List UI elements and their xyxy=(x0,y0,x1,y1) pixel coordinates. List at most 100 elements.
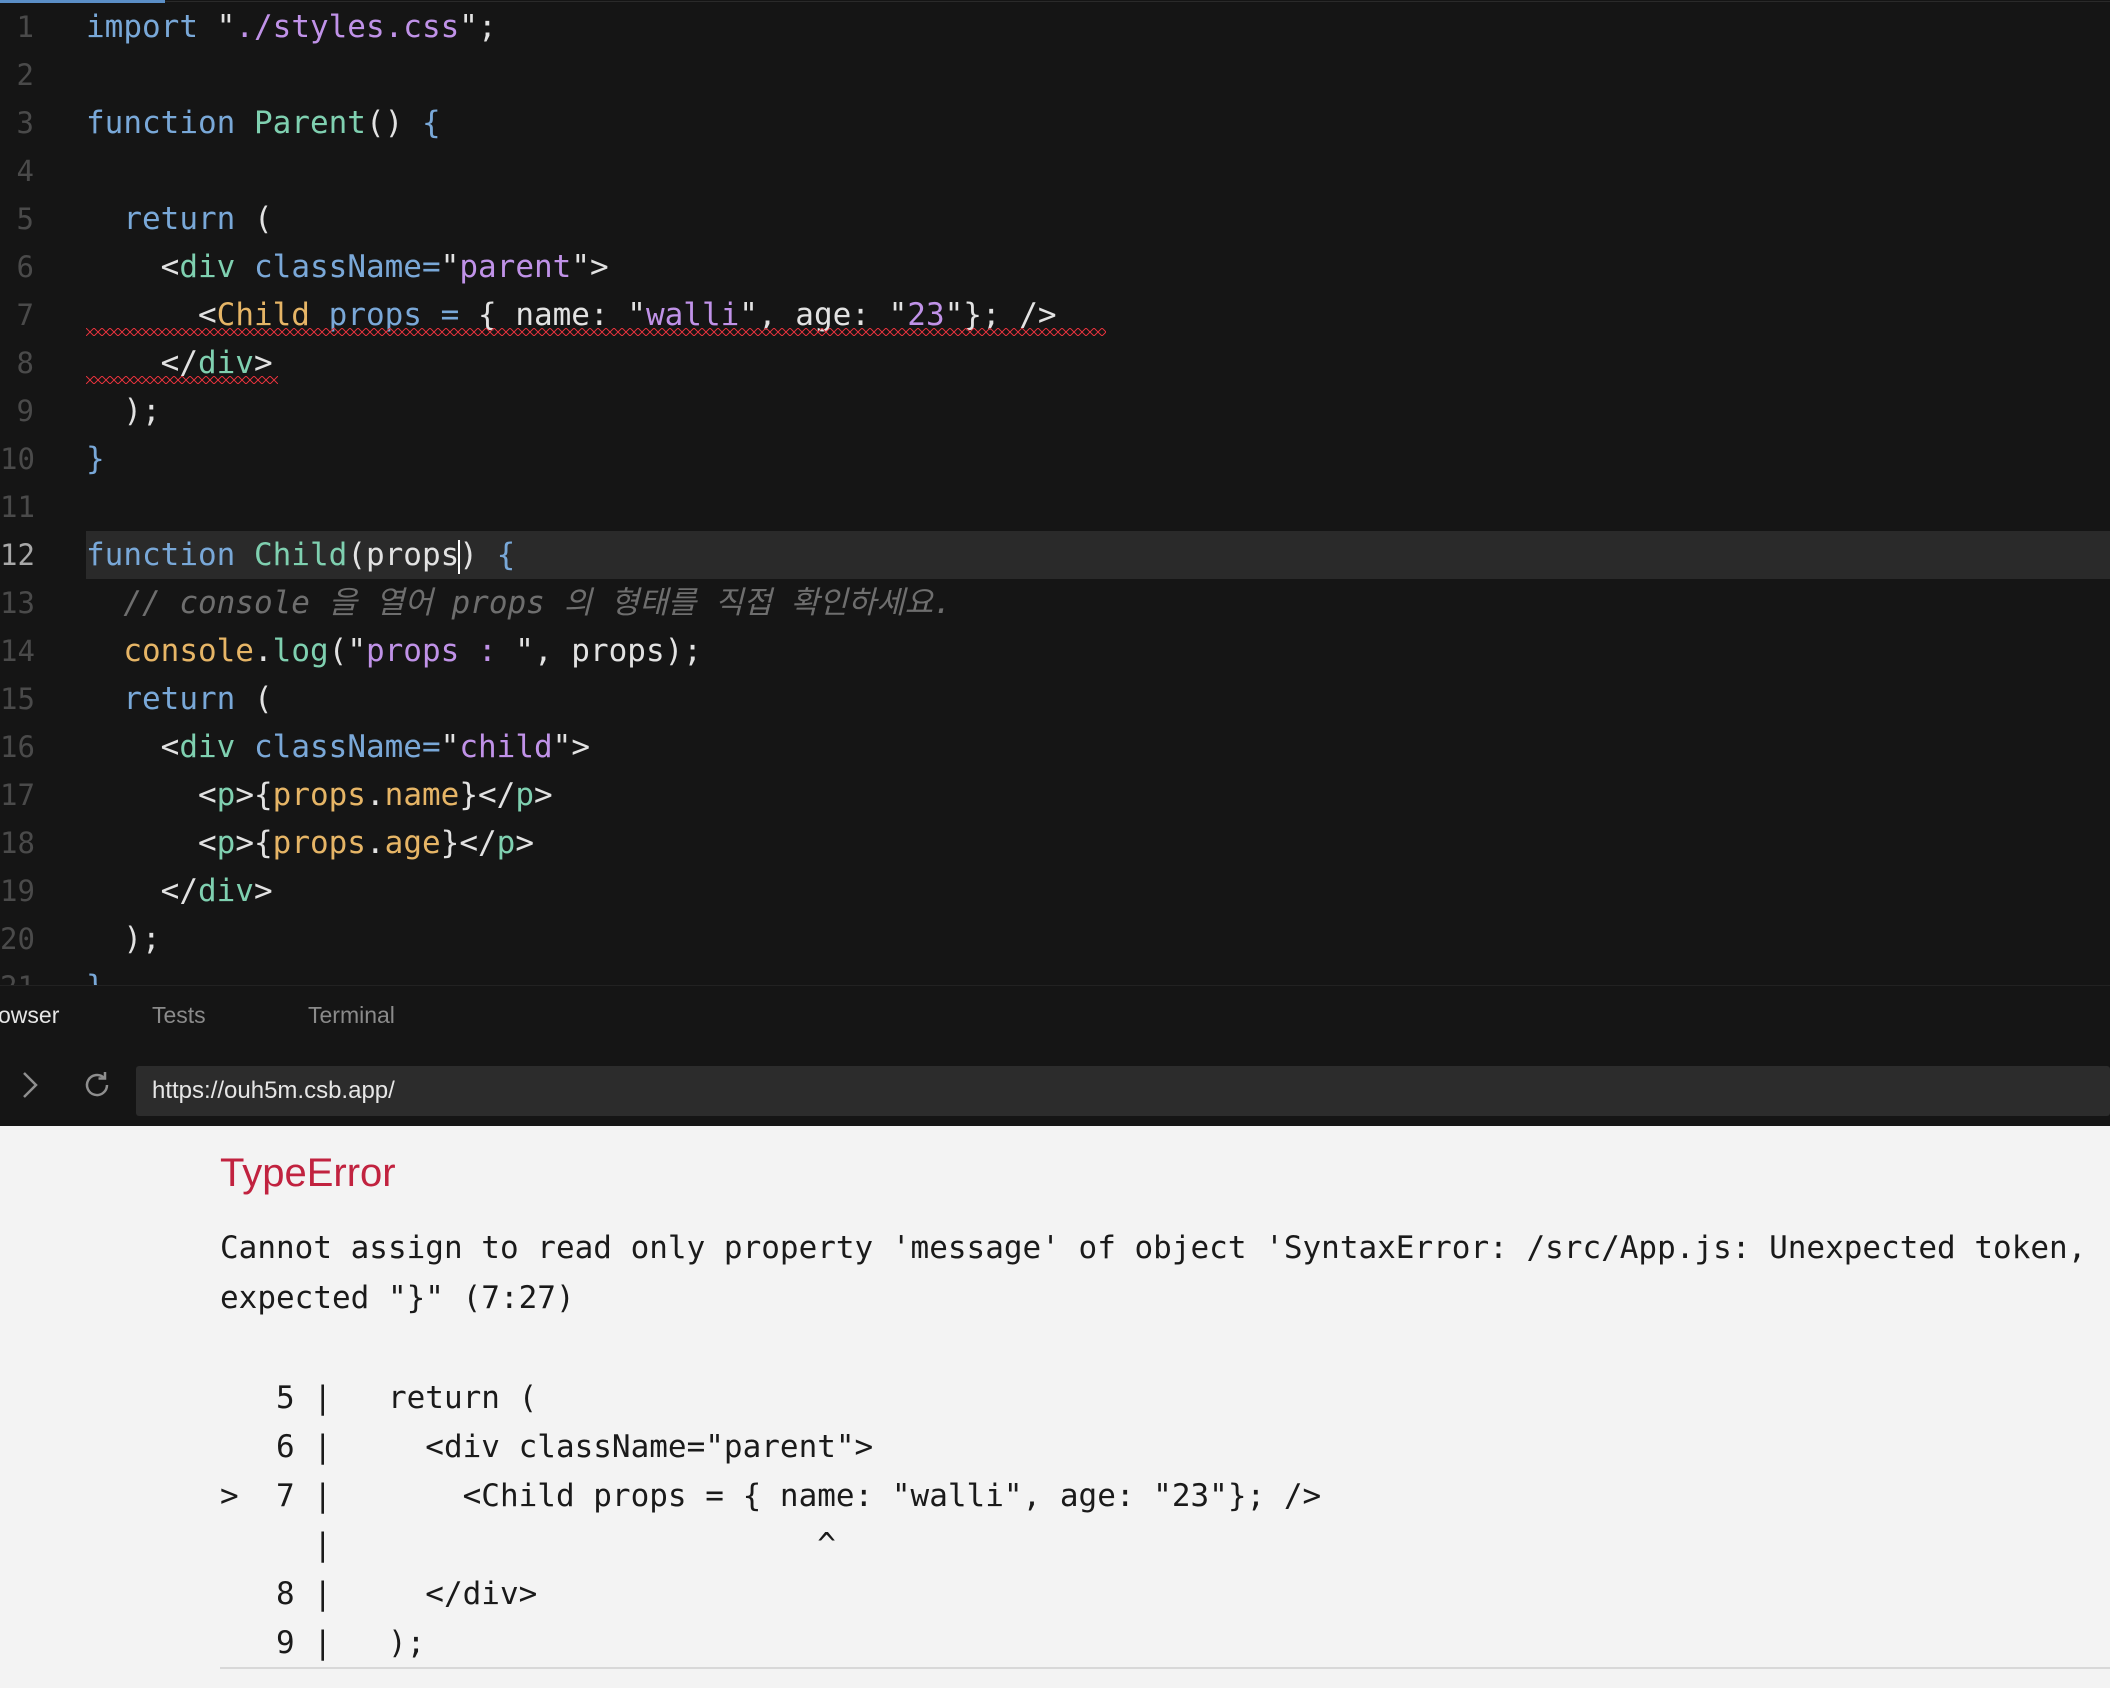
code-text[interactable]: function Child(props) { xyxy=(86,531,515,579)
code-line[interactable]: 14 console.log("props : ", props); xyxy=(0,627,2110,675)
code-text[interactable]: </div> xyxy=(86,867,273,915)
code-token: . xyxy=(253,633,273,669)
code-token: ./styles.css xyxy=(235,9,460,45)
code-token: ( xyxy=(235,681,273,717)
code-text[interactable]: return ( xyxy=(86,195,273,243)
code-text[interactable]: } xyxy=(86,963,105,985)
code-token: props : xyxy=(365,633,516,669)
code-line[interactable]: 4 xyxy=(0,147,2110,195)
code-token: < xyxy=(86,777,217,813)
code-text[interactable]: <div className="parent"> xyxy=(86,243,609,291)
code-text[interactable]: return ( xyxy=(86,675,273,723)
code-token: < xyxy=(86,825,217,861)
code-line[interactable]: 8 </div> xyxy=(0,339,2110,387)
code-text[interactable]: import "./styles.css"; xyxy=(86,3,497,51)
code-token: "> xyxy=(552,729,590,765)
code-token: = xyxy=(421,729,441,765)
code-text[interactable]: <p>{props.name}</p> xyxy=(86,771,553,819)
code-token: p xyxy=(216,825,236,861)
code-token: . xyxy=(365,777,385,813)
url-bar[interactable]: https://ouh5m.csb.app/ xyxy=(136,1066,2110,1116)
code-token: function xyxy=(86,105,254,141)
line-number: 13 xyxy=(0,586,35,620)
code-line[interactable]: 2 xyxy=(0,51,2110,99)
code-line[interactable]: 5 return ( xyxy=(0,195,2110,243)
code-line[interactable]: 21} xyxy=(0,963,2110,985)
code-text[interactable]: <div className="child"> xyxy=(86,723,590,771)
line-number: 4 xyxy=(16,154,34,188)
code-token: </ xyxy=(86,873,198,909)
error-message: Cannot assign to read only property 'mes… xyxy=(220,1230,2106,1316)
code-line[interactable]: 12 function Child(props) { xyxy=(0,531,2110,579)
url-text[interactable]: https://ouh5m.csb.app/ xyxy=(152,1066,395,1116)
code-line[interactable]: 15 return ( xyxy=(0,675,2110,723)
code-token: } xyxy=(86,969,105,985)
code-line[interactable]: 10} xyxy=(0,435,2110,483)
code-token: " xyxy=(216,9,236,45)
browser-navbar: https://ouh5m.csb.app/ xyxy=(0,1043,2110,1126)
code-token: ( xyxy=(235,201,273,237)
code-editor[interactable]: 1 import "./styles.css"; 2 3 function Parent… xyxy=(0,0,2110,985)
code-text[interactable]: console.log("props : ", props); xyxy=(86,627,702,675)
code-token: p xyxy=(496,825,516,861)
code-token: . xyxy=(365,825,385,861)
code-token: }</ xyxy=(440,825,497,861)
browser-preview: TypeError Cannot assign to read only pro… xyxy=(0,1126,2110,1688)
code-token: (" xyxy=(328,633,366,669)
code-token: > xyxy=(515,825,534,861)
code-token: log xyxy=(272,633,329,669)
code-token: age xyxy=(384,825,441,861)
line-number: 21 xyxy=(0,963,35,985)
code-text[interactable]: // console 을 열어 props 의 형태를 직접 확인하세요. xyxy=(86,579,952,627)
code-token: }</ xyxy=(459,777,516,813)
code-token: parent xyxy=(459,249,572,285)
code-text[interactable]: <p>{props.age}</p> xyxy=(86,819,534,867)
line-number: 15 xyxy=(0,682,35,716)
code-token: ", props); xyxy=(515,633,702,669)
code-line[interactable]: 1 import "./styles.css"; xyxy=(0,3,2110,51)
code-token: < xyxy=(86,729,180,765)
code-line[interactable]: 6 <div className="parent"> xyxy=(0,243,2110,291)
code-token: props xyxy=(272,777,366,813)
code-text[interactable]: function Parent() { xyxy=(86,99,441,147)
code-frame-line: 5 | return ( xyxy=(220,1380,538,1416)
tab-tests[interactable]: Tests xyxy=(152,986,206,1044)
line-number: 3 xyxy=(16,106,34,140)
line-number: 9 xyxy=(16,394,34,428)
code-line[interactable]: 19 </div> xyxy=(0,867,2110,915)
code-text[interactable]: ); xyxy=(86,387,161,435)
code-line[interactable]: 11 xyxy=(0,483,2110,531)
line-number: 16 xyxy=(0,730,35,764)
code-token: Parent xyxy=(253,105,366,141)
code-text[interactable]: ); xyxy=(86,915,160,963)
code-frame-line: 9 | ); xyxy=(220,1625,426,1661)
code-token: >{ xyxy=(235,825,273,861)
code-line[interactable]: 9 ); xyxy=(0,387,2110,435)
tab-browser[interactable]: owser xyxy=(0,986,59,1044)
code-token: p xyxy=(515,777,534,813)
code-token: ) xyxy=(459,537,497,573)
code-line[interactable]: 18 <p>{props.age}</p> xyxy=(0,819,2110,867)
code-token: ); xyxy=(86,393,161,429)
syntax-error-underline xyxy=(86,328,1106,336)
line-number: 10 xyxy=(0,442,35,476)
code-token: " xyxy=(440,729,460,765)
code-line[interactable]: 17 <p>{props.name}</p> xyxy=(0,771,2110,819)
code-line[interactable]: 13 // console 을 열어 props 의 형태를 직접 확인하세요. xyxy=(0,579,2110,627)
code-token: >{ xyxy=(235,777,273,813)
code-token: " xyxy=(440,249,460,285)
refresh-icon[interactable] xyxy=(77,1065,117,1105)
line-number: 18 xyxy=(0,826,35,860)
code-text[interactable]: } xyxy=(86,435,105,483)
tab-terminal[interactable]: Terminal xyxy=(308,986,395,1044)
forward-icon[interactable] xyxy=(10,1065,50,1105)
code-line[interactable]: 20 ); xyxy=(0,915,2110,963)
code-line[interactable]: 16 <div className="child"> xyxy=(0,723,2110,771)
code-token: import xyxy=(86,9,217,45)
code-token: return xyxy=(123,201,236,237)
code-line[interactable]: 3 function Parent() { xyxy=(0,99,2110,147)
